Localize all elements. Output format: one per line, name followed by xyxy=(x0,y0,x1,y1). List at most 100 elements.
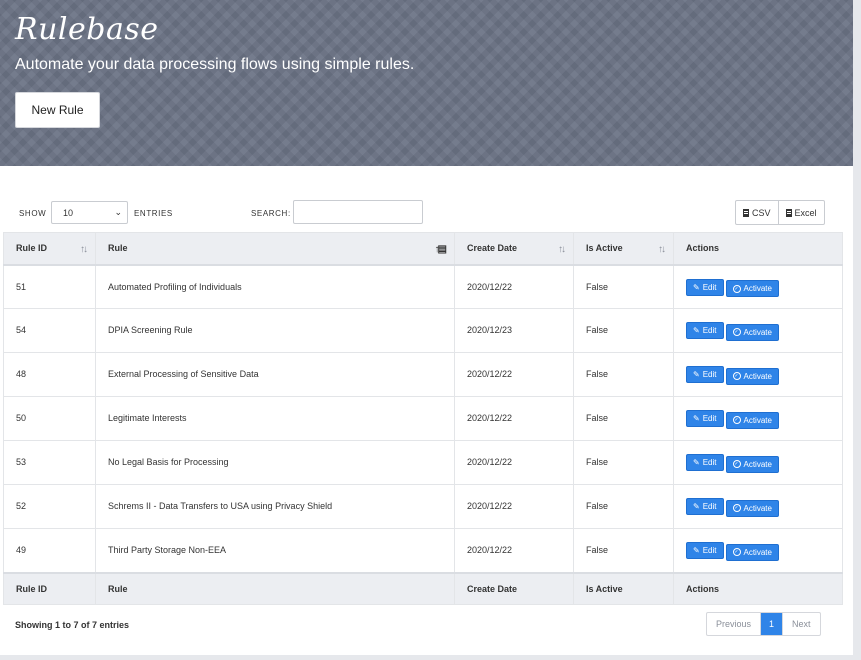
page-button-1[interactable]: 1 xyxy=(760,613,783,635)
page-title: Rulebase xyxy=(15,12,159,47)
table-row: 51 Automated Profiling of Individuals 20… xyxy=(3,264,843,309)
table-row: 49 Third Party Storage Non-EEA 2020/12/2… xyxy=(3,528,843,573)
check-circle-icon: ✓ xyxy=(732,372,741,380)
column-header-rule[interactable]: Rule ↑▤ xyxy=(95,232,455,266)
edit-button[interactable]: ✎ Edit xyxy=(686,454,724,471)
table-footer-row: Rule ID Rule Create Date Is Active Actio… xyxy=(3,571,843,605)
activate-button[interactable]: ✓ Activate xyxy=(725,411,779,429)
rule-name-cell: DPIA Screening Rule xyxy=(95,308,455,353)
rule-id-cell: 50 xyxy=(3,396,96,441)
page-edge-bottom xyxy=(0,655,853,660)
activate-button[interactable]: ✓ Activate xyxy=(725,543,779,561)
footer-header-is-active: Is Active xyxy=(573,571,674,605)
edit-button[interactable]: ✎ Edit xyxy=(686,498,724,515)
edit-button[interactable]: ✎ Edit xyxy=(686,410,724,427)
table-row: 48 External Processing of Sensitive Data… xyxy=(3,352,843,397)
activate-button[interactable]: ✓ Activate xyxy=(725,455,779,473)
csv-export-button[interactable]: CSV xyxy=(736,201,778,224)
edit-label: Edit xyxy=(702,502,717,511)
activate-button[interactable]: ✓ Activate xyxy=(725,280,779,297)
next-page-button[interactable]: Next xyxy=(782,613,820,635)
rule-id-cell: 54 xyxy=(3,308,96,353)
footer-header-rule-id: Rule ID xyxy=(3,571,96,605)
table-info: Showing 1 to 7 of 7 entries xyxy=(15,620,130,630)
edit-button[interactable]: ✎ Edit xyxy=(686,278,724,296)
activate-button[interactable]: ✓ Activate xyxy=(725,499,779,517)
excel-export-button[interactable]: Excel xyxy=(777,201,824,224)
actions-cell: ✎ Edit ✓ Activate xyxy=(673,264,843,309)
entries-label: ENTRIES xyxy=(134,209,173,218)
column-header-label: Rule xyxy=(108,243,128,254)
edit-label: Edit xyxy=(702,370,717,379)
edit-icon: ✎ xyxy=(693,458,700,467)
rule-name-cell: Automated Profiling of Individuals xyxy=(95,264,455,309)
activate-button[interactable]: ✓ Activate xyxy=(725,323,779,341)
actions-cell: ✎ Edit ✓ Activate xyxy=(673,352,843,397)
rule-name-cell: Schrems II - Data Transfers to USA using… xyxy=(95,484,455,529)
table-header-row: Rule ID ↑↓ Rule ↑▤ Create Date ↑↓ Is Active… xyxy=(3,232,843,266)
column-header-is-active[interactable]: Is Active ↑↓ xyxy=(573,232,674,266)
column-header-label: Rule ID xyxy=(16,243,48,254)
edit-label: Edit xyxy=(702,414,717,423)
create-date-cell: 2020/12/22 xyxy=(454,528,574,573)
edit-label: Edit xyxy=(702,546,717,555)
table-controls: SHOW 10 ⌄ ENTRIES SEARCH: CSV Excel xyxy=(3,180,843,230)
column-header-actions: Actions xyxy=(673,232,843,266)
is-active-cell: False xyxy=(573,440,674,485)
entries-length-value: 10 xyxy=(63,207,74,218)
is-active-cell: False xyxy=(573,396,674,441)
previous-page-button[interactable]: Previous xyxy=(707,613,760,635)
entries-length-select[interactable]: 10 ⌄ xyxy=(51,201,128,224)
is-active-cell: False xyxy=(573,308,674,353)
activate-label: Activate xyxy=(743,503,772,513)
column-header-label: Actions xyxy=(686,243,720,254)
pagination: Previous 1 Next xyxy=(706,612,821,636)
export-button-group: CSV Excel xyxy=(735,200,825,225)
check-circle-icon: ✓ xyxy=(732,504,741,512)
actions-cell: ✎ Edit ✓ Activate xyxy=(673,396,843,441)
sort-ascending-icon: ↑▤ xyxy=(434,244,448,255)
column-header-create-date[interactable]: Create Date ↑↓ xyxy=(454,232,574,266)
create-date-cell: 2020/12/22 xyxy=(454,484,574,529)
rule-id-cell: 48 xyxy=(3,352,96,397)
rule-id-cell: 49 xyxy=(3,528,96,573)
edit-label: Edit xyxy=(702,326,717,335)
edit-button[interactable]: ✎ Edit xyxy=(686,542,724,559)
excel-export-label: Excel xyxy=(794,207,817,218)
create-date-cell: 2020/12/22 xyxy=(454,264,574,309)
edit-button[interactable]: ✎ Edit xyxy=(686,322,724,339)
edit-icon: ✎ xyxy=(693,502,700,511)
activate-label: Activate xyxy=(743,327,772,337)
column-header-rule-id[interactable]: Rule ID ↑↓ xyxy=(3,232,96,266)
table-row: 54 DPIA Screening Rule 2020/12/23 False … xyxy=(3,308,843,353)
hero-banner: Rulebase Automate your data processing f… xyxy=(0,0,853,166)
activate-button[interactable]: ✓ Activate xyxy=(725,367,779,385)
table-row: 50 Legitimate Interests 2020/12/22 False… xyxy=(3,396,843,441)
edit-label: Edit xyxy=(702,458,717,467)
search-input[interactable] xyxy=(293,200,423,224)
edit-icon: ✎ xyxy=(693,370,700,379)
rules-card: SHOW 10 ⌄ ENTRIES SEARCH: CSV Excel Rule… xyxy=(3,180,843,650)
check-circle-icon: ✓ xyxy=(732,416,741,424)
edit-icon: ✎ xyxy=(693,282,700,292)
edit-button[interactable]: ✎ Edit xyxy=(686,366,724,383)
check-circle-icon: ✓ xyxy=(732,548,741,556)
activate-label: Activate xyxy=(743,415,772,425)
check-circle-icon: ✓ xyxy=(732,460,741,468)
sort-icon: ↑↓ xyxy=(658,244,666,255)
page-subtitle: Automate your data processing flows usin… xyxy=(15,56,415,73)
activate-label: Activate xyxy=(743,371,772,381)
is-active-cell: False xyxy=(573,528,674,573)
activate-label: Activate xyxy=(743,284,772,293)
is-active-cell: False xyxy=(573,264,674,309)
page-edge-right xyxy=(853,0,861,660)
check-circle-icon: ✓ xyxy=(732,284,741,293)
footer-header-actions: Actions xyxy=(673,571,843,605)
table-row: 53 No Legal Basis for Processing 2020/12… xyxy=(3,440,843,485)
edit-label: Edit xyxy=(702,282,717,292)
chevron-down-icon: ⌄ xyxy=(114,207,122,217)
new-rule-button[interactable]: New Rule xyxy=(15,92,100,128)
actions-cell: ✎ Edit ✓ Activate xyxy=(673,484,843,529)
footer-header-rule: Rule xyxy=(95,571,455,605)
activate-label: Activate xyxy=(743,459,772,469)
